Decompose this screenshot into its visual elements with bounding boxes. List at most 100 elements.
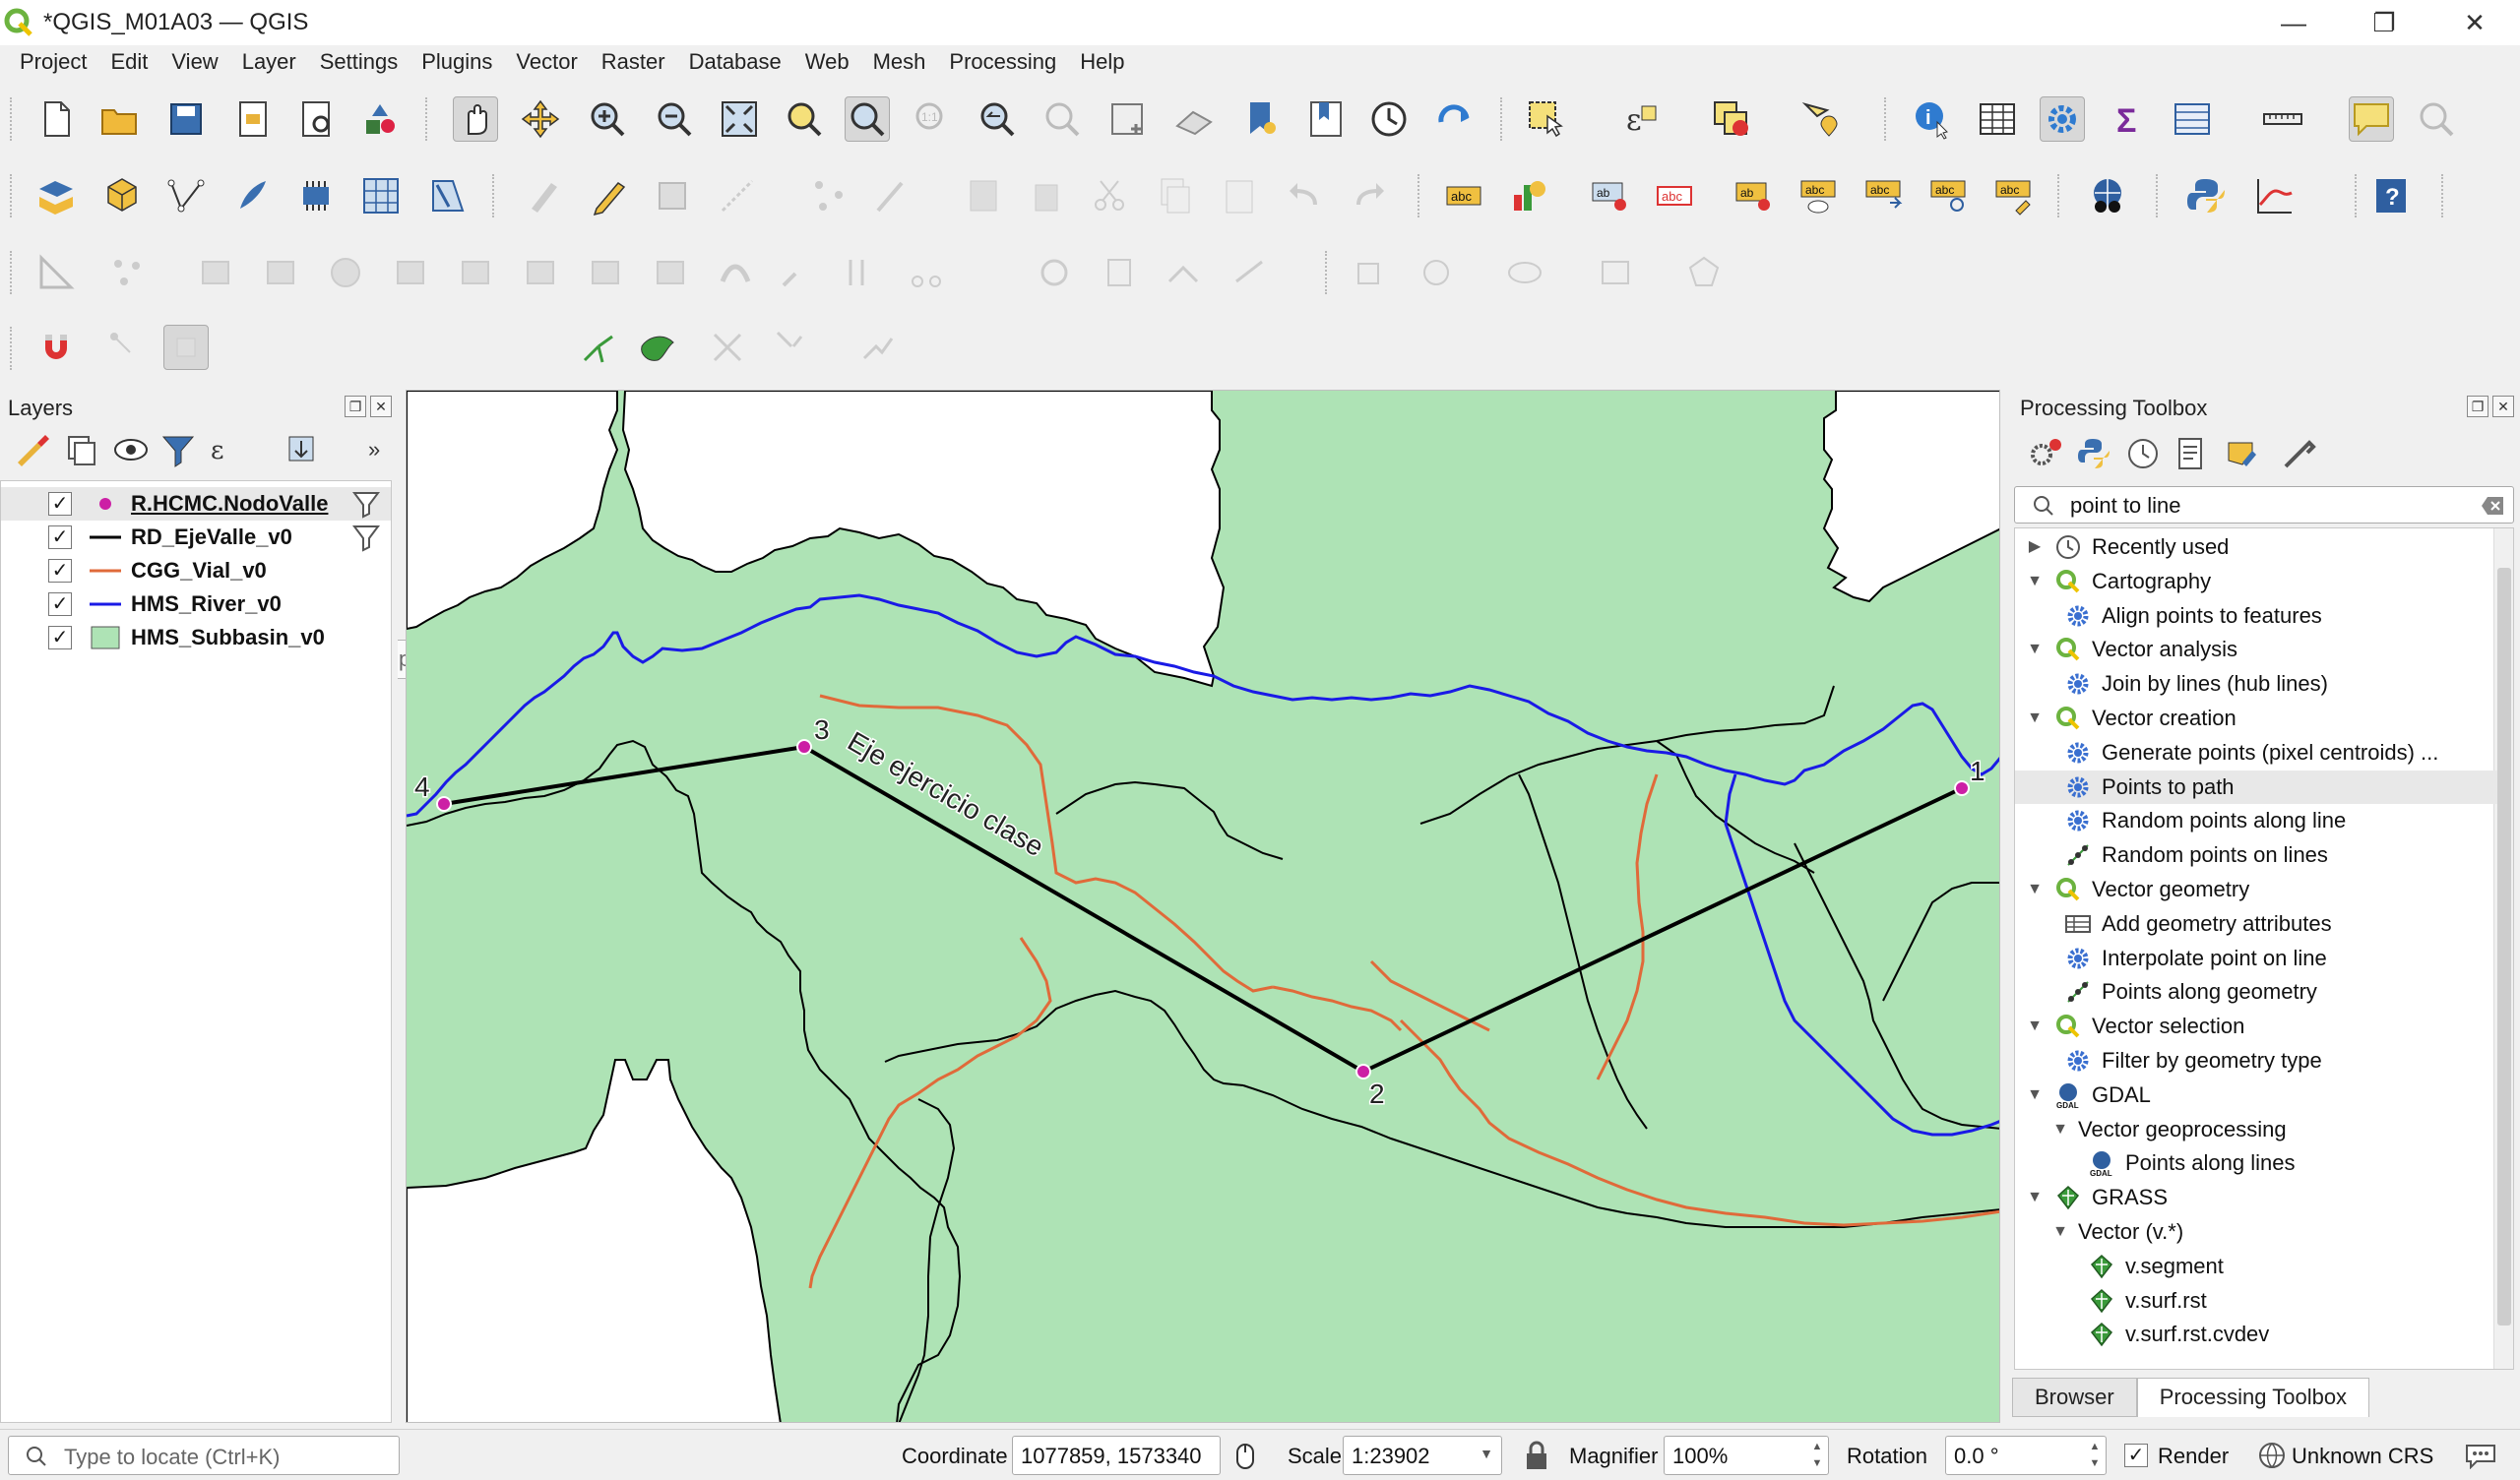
restore-button[interactable]: ❐ [2339, 0, 2429, 45]
menu-project[interactable]: Project [8, 49, 98, 75]
scrollbar-thumb[interactable] [2497, 568, 2511, 1326]
coordinate-field[interactable]: 1077859, 1573340 [1012, 1436, 1221, 1475]
clear-search-icon[interactable] [2482, 495, 2505, 517]
crs-label[interactable]: Unknown CRS [2292, 1444, 2433, 1469]
filter-legend-icon[interactable] [156, 427, 201, 472]
style-panel-icon[interactable] [10, 427, 55, 472]
zoom-last-icon[interactable] [975, 96, 1020, 142]
tree-group-cartography[interactable]: ▼ Cartography [2015, 565, 2497, 598]
snapping-on-intersection-icon[interactable] [636, 325, 681, 370]
data-source-manager-icon[interactable] [33, 173, 79, 218]
chevron-down-icon[interactable]: ▼ [2025, 880, 2045, 899]
topological-editing-icon[interactable] [575, 325, 620, 370]
attribute-table-icon[interactable] [1975, 96, 2020, 142]
select-by-expression-icon[interactable]: ε [1618, 96, 1664, 142]
edit-features-in-place-icon[interactable] [2219, 431, 2264, 476]
tree-item-filter-by-geometry-type[interactable]: Filter by geometry type [2015, 1044, 2497, 1078]
lock-scale-icon[interactable] [1524, 1440, 1549, 1471]
deselect-features-icon[interactable] [1709, 96, 1754, 142]
tree-group-vector-geoprocessing[interactable]: ▼ Vector geoprocessing [2015, 1113, 2497, 1146]
tree-item-random-points-on-lines[interactable]: Random points on lines [2015, 838, 2497, 872]
tree-item-points-to-path[interactable]: Points to path [2015, 770, 2497, 804]
options-icon[interactable] [2276, 431, 2321, 476]
messages-icon[interactable] [2465, 1442, 2496, 1469]
metasearch-icon[interactable] [2085, 173, 2130, 218]
close-panel-icon[interactable]: ✕ [370, 396, 392, 417]
new-temporary-layer-icon[interactable] [293, 173, 339, 218]
minimize-button[interactable]: — [2248, 0, 2339, 45]
new-map-view-icon[interactable] [1104, 96, 1150, 142]
float-panel-icon[interactable]: ❐ [2467, 396, 2488, 417]
chevron-down-icon[interactable]: ▼ [2025, 1085, 2045, 1105]
tree-item-points-along-lines[interactable]: GDAL Points along lines [2015, 1146, 2497, 1180]
tree-group-vector-geometry[interactable]: ▼ Vector geometry [2015, 873, 2497, 906]
mouse-coordinate-toggle-icon[interactable] [1230, 1442, 1260, 1471]
open-field-calculator-icon[interactable] [2170, 96, 2215, 142]
pan-to-selection-icon[interactable] [518, 96, 563, 142]
processing-toolbox-icon[interactable] [2040, 96, 2085, 142]
chevron-down-icon[interactable]: ▼ [2025, 640, 2045, 659]
tree-group-gdal[interactable]: ▼ GDAL GDAL [2015, 1079, 2497, 1112]
filter-by-expression-icon[interactable]: ε [203, 427, 248, 472]
new-3d-map-view-icon[interactable] [1171, 96, 1217, 142]
python-console-icon[interactable] [2183, 173, 2229, 218]
layer-visibility-checkbox[interactable]: ✓ [48, 492, 72, 516]
locator-input[interactable]: Type to locate (Ctrl+K) [8, 1436, 400, 1475]
layer-row-vial[interactable]: ✓ CGG_Vial_v0 [1, 554, 391, 587]
show-hide-labels-icon[interactable]: abc [1796, 173, 1841, 218]
save-project-icon[interactable] [163, 96, 209, 142]
refresh-icon[interactable] [1431, 96, 1477, 142]
layer-row-ejevalle[interactable]: ✓ RD_EjeValle_v0 [1, 521, 391, 554]
new-shapefile-layer-icon[interactable] [163, 173, 209, 218]
more-tools-icon[interactable]: » [354, 427, 400, 472]
chevron-down-icon[interactable]: ▼ [2050, 1120, 2070, 1140]
models-icon[interactable] [2024, 431, 2069, 476]
menu-web[interactable]: Web [793, 49, 861, 75]
scale-select[interactable]: 1:23902 ▼ [1343, 1436, 1502, 1475]
new-bookmark-icon[interactable] [1238, 96, 1284, 142]
layer-labeling-options-icon[interactable]: abc [1441, 173, 1486, 218]
zoom-full-icon[interactable] [717, 96, 762, 142]
menu-edit[interactable]: Edit [98, 49, 159, 75]
layer-row-river[interactable]: ✓ HMS_River_v0 [1, 587, 391, 621]
close-panel-icon[interactable]: ✕ [2492, 396, 2514, 417]
history-icon[interactable] [2120, 431, 2166, 476]
tab-processing-toolbox[interactable]: Processing Toolbox [2136, 1378, 2370, 1417]
enable-snapping-icon[interactable] [33, 325, 79, 370]
menu-vector[interactable]: Vector [504, 49, 589, 75]
menu-view[interactable]: View [159, 49, 229, 75]
chevron-down-icon[interactable]: ▼ [2025, 1188, 2045, 1207]
tree-item-v-surf-rst[interactable]: v.surf.rst [2015, 1284, 2497, 1318]
layer-visibility-checkbox[interactable]: ✓ [48, 559, 72, 583]
zoom-to-layer-icon[interactable] [845, 96, 890, 142]
filter-icon[interactable] [351, 489, 381, 519]
chevron-right-icon[interactable]: ▶ [2025, 537, 2045, 557]
layer-visibility-checkbox[interactable]: ✓ [48, 592, 72, 616]
tab-browser[interactable]: Browser [2012, 1378, 2137, 1417]
zoom-to-selection-icon[interactable] [782, 96, 827, 142]
layer-diagram-options-icon[interactable] [1506, 173, 1551, 218]
menu-help[interactable]: Help [1068, 49, 1136, 75]
style-manager-icon[interactable] [358, 96, 404, 142]
tree-item-generate-points-pixel-centroids[interactable]: Generate points (pixel centroids) ... [2015, 736, 2497, 770]
rotate-label-icon[interactable]: abc [1925, 173, 1971, 218]
menu-processing[interactable]: Processing [937, 49, 1068, 75]
help-icon[interactable]: ? [2368, 173, 2414, 218]
highlight-pinned-labels-icon[interactable]: ab [1587, 173, 1632, 218]
rotation-input[interactable]: 0.0 ° ▲ ▼ [1945, 1436, 2107, 1475]
zoom-out-icon[interactable] [652, 96, 697, 142]
new-virtual-layer-icon[interactable] [358, 173, 404, 218]
spin-arrows-icon[interactable]: ▲▼ [1808, 1439, 1826, 1472]
float-panel-icon[interactable]: ❐ [345, 396, 366, 417]
identify-features-icon[interactable]: i [1910, 96, 1955, 142]
new-print-layout-icon[interactable] [230, 96, 276, 142]
layer-visibility-checkbox[interactable]: ✓ [48, 525, 72, 549]
move-label-icon[interactable]: abc [1860, 173, 1906, 218]
menu-layer[interactable]: Layer [230, 49, 308, 75]
tree-group-vector-v[interactable]: ▼ Vector (v.*) [2015, 1215, 2497, 1249]
show-bookmarks-icon[interactable] [1303, 96, 1349, 142]
menu-database[interactable]: Database [677, 49, 793, 75]
menu-plugins[interactable]: Plugins [410, 49, 504, 75]
tree-item-join-by-lines-hub-lines[interactable]: Join by lines (hub lines) [2015, 667, 2497, 701]
menu-raster[interactable]: Raster [590, 49, 677, 75]
